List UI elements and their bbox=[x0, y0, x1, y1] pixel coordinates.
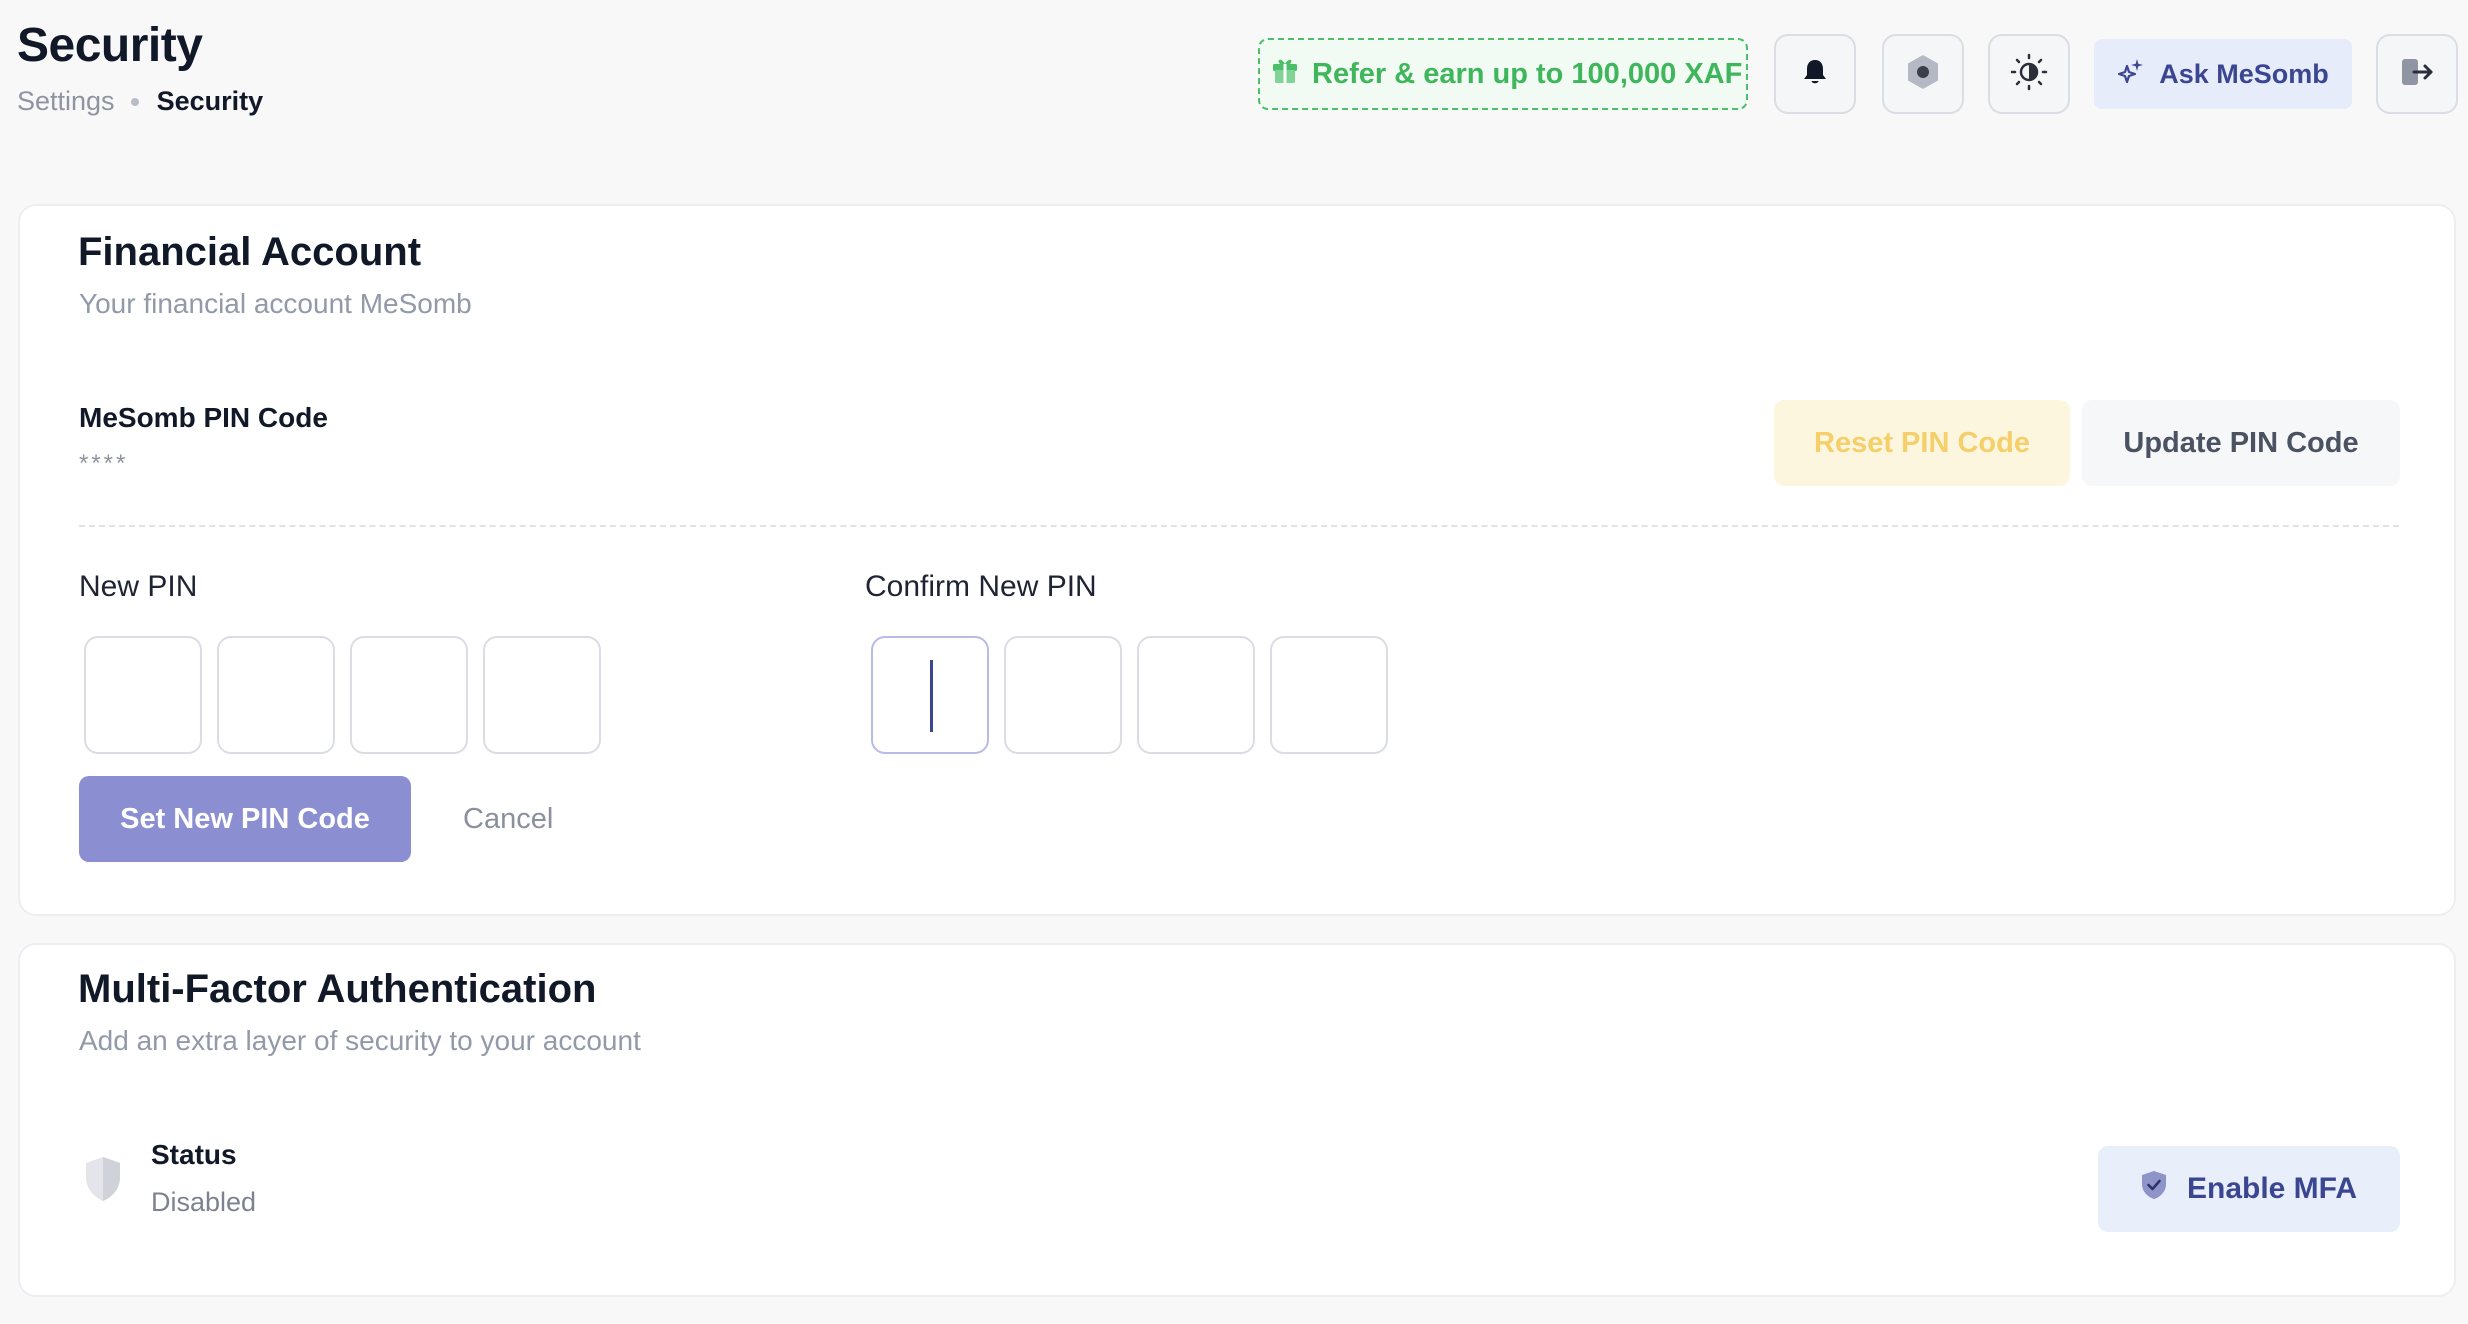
logout-icon bbox=[2400, 56, 2434, 93]
pin-code-mask: **** bbox=[79, 450, 129, 477]
enable-mfa-label: Enable MFA bbox=[2186, 1172, 2358, 1205]
breadcrumb: Settings Security bbox=[17, 86, 263, 117]
reset-pin-button[interactable]: Reset PIN Code bbox=[1774, 400, 2070, 486]
financial-account-title: Financial Account bbox=[78, 230, 422, 274]
confirm-pin-digit-2[interactable] bbox=[1004, 636, 1122, 754]
breadcrumb-separator bbox=[130, 97, 139, 106]
section-divider bbox=[79, 525, 2399, 527]
shield-icon bbox=[84, 1155, 122, 1208]
ask-mesomb-label: Ask MeSomb bbox=[2159, 58, 2329, 89]
logout-button[interactable] bbox=[2376, 34, 2458, 114]
page-title: Security bbox=[17, 19, 203, 72]
new-pin-digit-3[interactable] bbox=[350, 636, 468, 754]
pin-code-label: MeSomb PIN Code bbox=[79, 402, 328, 433]
new-pin-digit-1[interactable] bbox=[84, 636, 202, 754]
sparkles-icon bbox=[2117, 57, 2145, 92]
bell-icon bbox=[1802, 58, 1828, 91]
new-pin-label: New PIN bbox=[79, 570, 198, 603]
sun-icon bbox=[2010, 53, 2048, 96]
confirm-pin-label: Confirm New PIN bbox=[865, 570, 1097, 603]
new-pin-digit-4[interactable] bbox=[483, 636, 601, 754]
hexagon-icon bbox=[1905, 53, 1941, 96]
shield-check-icon bbox=[2141, 1170, 2167, 1208]
financial-account-subtitle: Your financial account MeSomb bbox=[79, 288, 472, 319]
security-page: Security Settings Security Refer & earn … bbox=[0, 0, 2468, 1324]
breadcrumb-settings-link[interactable]: Settings bbox=[17, 86, 115, 117]
mfa-subtitle: Add an extra layer of security to your a… bbox=[79, 1025, 641, 1056]
theme-toggle-button[interactable] bbox=[1988, 34, 2070, 114]
confirm-pin-digit-4[interactable] bbox=[1270, 636, 1388, 754]
mfa-status-value: Disabled bbox=[151, 1187, 257, 1217]
financial-account-card: Financial Account Your financial account… bbox=[18, 204, 2456, 916]
confirm-pin-digit-3[interactable] bbox=[1137, 636, 1255, 754]
confirm-pin-digit-1[interactable] bbox=[871, 636, 989, 754]
new-pin-digit-2[interactable] bbox=[217, 636, 335, 754]
gift-icon bbox=[1272, 56, 1298, 92]
enable-mfa-button[interactable]: Enable MFA bbox=[2098, 1146, 2400, 1232]
refer-earn-button[interactable]: Refer & earn up to 100,000 XAF bbox=[1258, 38, 1748, 110]
mfa-status-label: Status bbox=[151, 1139, 237, 1170]
notifications-button[interactable] bbox=[1774, 34, 1856, 114]
set-new-pin-button[interactable]: Set New PIN Code bbox=[79, 776, 411, 862]
cancel-button[interactable]: Cancel bbox=[463, 803, 553, 836]
text-caret bbox=[930, 660, 933, 732]
update-pin-button[interactable]: Update PIN Code bbox=[2082, 400, 2400, 486]
refer-label: Refer & earn up to 100,000 XAF bbox=[1312, 57, 1743, 90]
hexagon-button[interactable] bbox=[1882, 34, 1964, 114]
ask-mesomb-button[interactable]: Ask MeSomb bbox=[2094, 39, 2352, 109]
mfa-card: Multi-Factor Authentication Add an extra… bbox=[18, 943, 2456, 1297]
mfa-title: Multi-Factor Authentication bbox=[78, 967, 597, 1011]
breadcrumb-current: Security bbox=[156, 86, 264, 116]
